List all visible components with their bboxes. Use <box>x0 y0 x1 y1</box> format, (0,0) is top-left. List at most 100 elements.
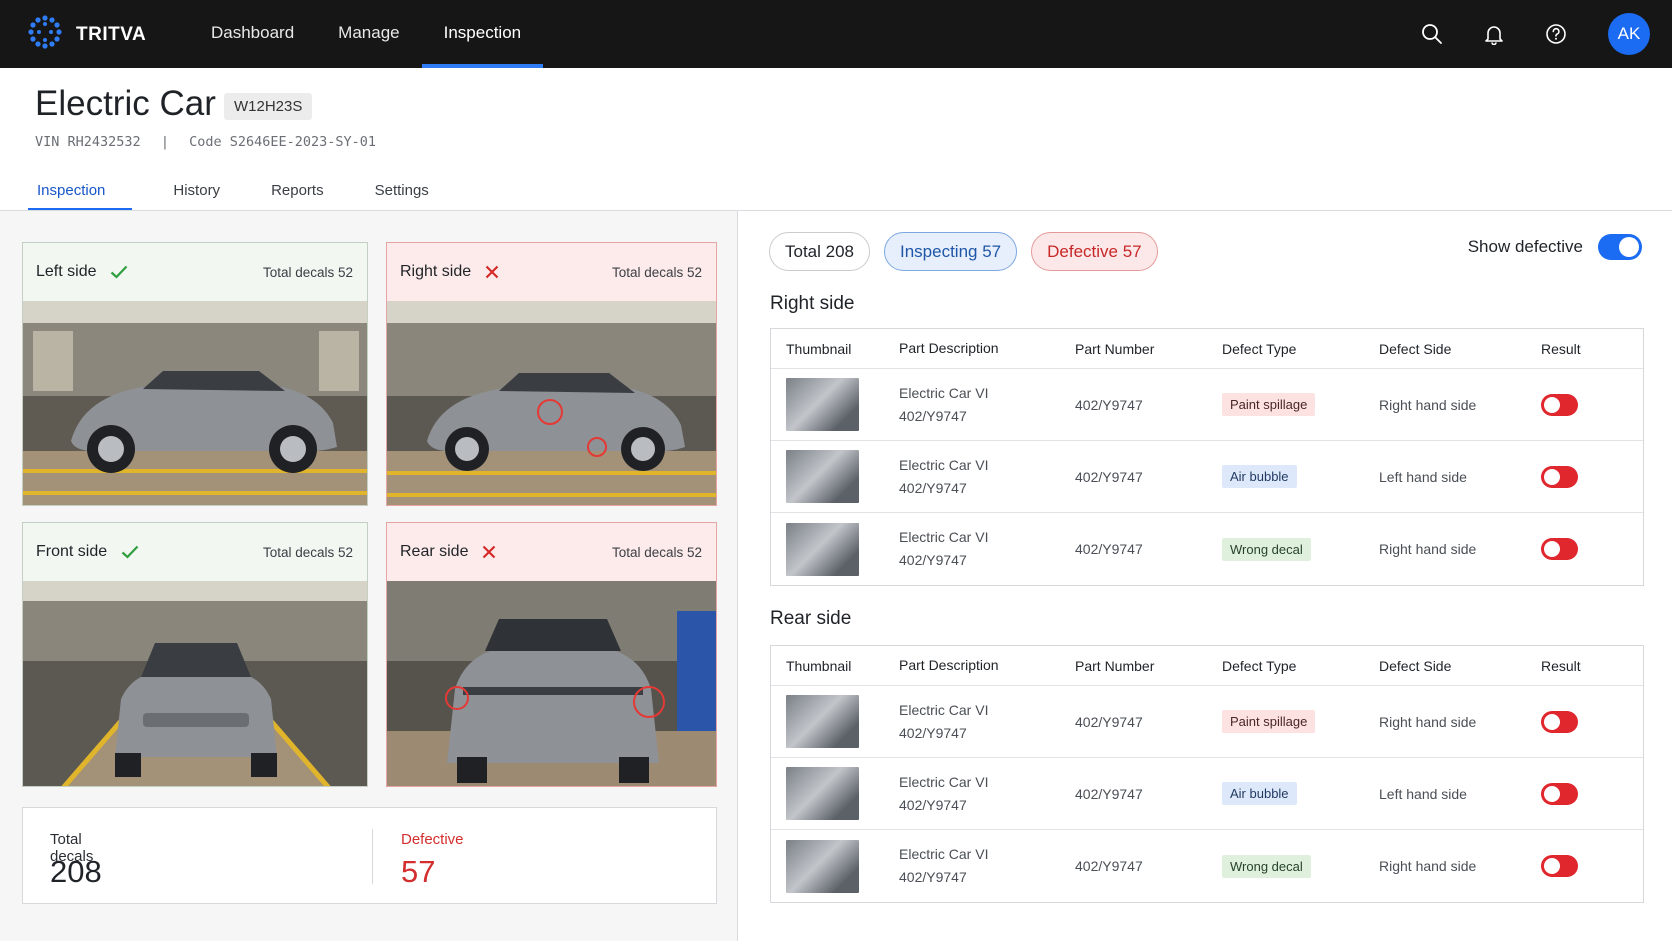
tab-inspection[interactable]: Inspection <box>28 170 133 210</box>
rear-side-card[interactable]: Rear side Total decals 52 <box>386 522 717 787</box>
column-header: Part Number <box>1075 657 1155 674</box>
column-header: Defect Type <box>1222 657 1297 674</box>
table-row[interactable]: Electric Car VI 402/Y9747 402/Y9747 Wrong… <box>771 513 1643 585</box>
filter-defective-chip[interactable]: Defective 57 <box>1031 232 1158 271</box>
part-number: 402/Y9747 <box>1075 858 1143 874</box>
tab-reports[interactable]: Reports <box>261 170 334 210</box>
part-description-code: 402/Y9747 <box>899 724 967 741</box>
vehicle-meta: VIN RH2432532 | Code S2646EE-2023-SY-01 <box>35 134 376 150</box>
defect-side: Right hand side <box>1379 541 1477 557</box>
defect-thumbnail[interactable] <box>786 767 859 820</box>
check-icon <box>110 265 128 279</box>
defect-side: Right hand side <box>1379 396 1477 413</box>
avatar[interactable]: AK <box>1608 13 1650 55</box>
defect-type-tag: Paint spillage <box>1222 393 1316 416</box>
part-description-code: 402/Y9747 <box>899 407 967 424</box>
filter-inspecting-chip[interactable]: Inspecting 57 <box>884 232 1018 271</box>
part-number: 402/Y9747 <box>1075 396 1143 413</box>
table-row[interactable]: Electric Car VI 402/Y9747 402/Y9747 Air b… <box>771 441 1643 513</box>
vin-value: RH2432532 <box>67 134 141 150</box>
card-title: Front side <box>36 543 108 560</box>
column-header: Defect Side <box>1379 340 1452 357</box>
part-number: 402/Y9747 <box>1075 713 1143 730</box>
part-number: 402/Y9747 <box>1075 468 1143 485</box>
section-title-right-side: Right side <box>770 293 855 314</box>
left-side-car-image <box>23 301 367 505</box>
check-icon <box>121 545 139 559</box>
search-icon <box>1422 24 1442 44</box>
top-actions: AK <box>1414 12 1650 56</box>
defect-type-tag: Air bubble <box>1222 465 1297 488</box>
section-title-rear-side: Rear side <box>770 608 852 629</box>
column-header: Defect Type <box>1222 340 1297 357</box>
nav-item-manage[interactable]: Manage <box>316 0 421 68</box>
part-description-code: 402/Y9747 <box>899 796 967 813</box>
column-header: Part Description <box>899 340 999 356</box>
tab-history[interactable]: History <box>163 170 230 210</box>
part-description: Electric Car VI <box>899 384 989 401</box>
total-decals-value: 208 <box>50 854 102 889</box>
page-title: Electric Car <box>35 84 216 123</box>
card-header: Right side Total decals 52 <box>387 243 716 301</box>
column-header: Defect Side <box>1379 657 1452 674</box>
code-value: S2646EE-2023-SY-01 <box>229 134 377 150</box>
show-defective-control: Show defective <box>1468 234 1642 260</box>
defect-thumbnail[interactable] <box>786 450 859 503</box>
card-header: Rear side Total decals 52 <box>387 523 716 581</box>
column-header: Result <box>1541 340 1581 357</box>
page-tabs: Inspection History Reports Settings <box>28 170 470 210</box>
search-button[interactable] <box>1414 12 1450 56</box>
result-toggle[interactable] <box>1541 538 1578 560</box>
brand-name: TRITVA <box>76 23 147 45</box>
tab-settings[interactable]: Settings <box>365 170 439 210</box>
table-row[interactable]: Electric Car VI 402/Y9747 402/Y9747 Paint… <box>771 369 1643 441</box>
result-toggle[interactable] <box>1541 710 1578 733</box>
table-row[interactable]: Electric Car VI 402/Y9747 402/Y9747 Air b… <box>771 758 1643 830</box>
meta-separator: | <box>160 134 169 150</box>
column-header: Thumbnail <box>786 340 852 357</box>
defect-side: Right hand side <box>1379 858 1477 874</box>
defect-thumbnail[interactable] <box>786 378 859 431</box>
result-toggle[interactable] <box>1541 393 1578 416</box>
card-title: Left side <box>36 263 97 280</box>
defect-thumbnail[interactable] <box>786 839 859 893</box>
tritva-logo-icon <box>28 15 62 54</box>
table-row[interactable]: Electric Car VI 402/Y9747 402/Y9747 Wrong… <box>771 830 1643 902</box>
brand[interactable]: TRITVA <box>28 15 146 54</box>
nav-item-dashboard[interactable]: Dashboard <box>189 0 316 68</box>
code-label: Code <box>189 134 222 150</box>
help-button[interactable] <box>1538 12 1574 56</box>
nav-item-inspection[interactable]: Inspection <box>421 0 544 68</box>
defective-value: 57 <box>401 854 436 889</box>
side-views-panel: Left side Total decals 52 Right side Tot… <box>0 211 738 941</box>
result-toggle[interactable] <box>1541 855 1578 877</box>
table-header: Thumbnail Part Description Part Number D… <box>771 646 1643 686</box>
card-decal-count: Total decals 52 <box>262 264 353 280</box>
part-description-code: 402/Y9747 <box>899 479 967 496</box>
right-side-car-image <box>387 301 716 505</box>
front-side-card[interactable]: Front side Total decals 52 <box>22 522 368 787</box>
defect-thumbnail[interactable] <box>786 695 859 748</box>
show-defective-toggle[interactable] <box>1598 234 1642 260</box>
table-row[interactable]: Electric Car VI 402/Y9747 402/Y9747 Paint… <box>771 686 1643 758</box>
part-number: 402/Y9747 <box>1075 541 1143 557</box>
part-number: 402/Y9747 <box>1075 785 1143 802</box>
column-header: Result <box>1541 657 1581 674</box>
show-defective-label: Show defective <box>1467 237 1583 256</box>
left-side-card[interactable]: Left side Total decals 52 <box>22 242 368 506</box>
part-description: Electric Car VI <box>899 529 989 545</box>
card-decal-count: Total decals 52 <box>611 544 702 560</box>
defect-side: Left hand side <box>1379 785 1467 802</box>
result-toggle[interactable] <box>1541 465 1578 488</box>
notifications-button[interactable] <box>1476 12 1512 56</box>
table-header: Thumbnail Part Description Part Number D… <box>771 329 1643 369</box>
right-side-card[interactable]: Right side Total decals 52 <box>386 242 717 506</box>
rear-side-car-image <box>387 581 716 786</box>
result-toggle[interactable] <box>1541 782 1578 805</box>
defect-type-tag: Air bubble <box>1222 782 1297 805</box>
defect-thumbnail[interactable] <box>786 522 859 576</box>
part-description: Electric Car VI <box>899 701 989 718</box>
top-navigation-bar: TRITVA Dashboard Manage Inspection AK <box>0 0 1672 68</box>
column-header: Part Description <box>899 657 999 673</box>
filter-total-chip[interactable]: Total 208 <box>769 232 870 271</box>
